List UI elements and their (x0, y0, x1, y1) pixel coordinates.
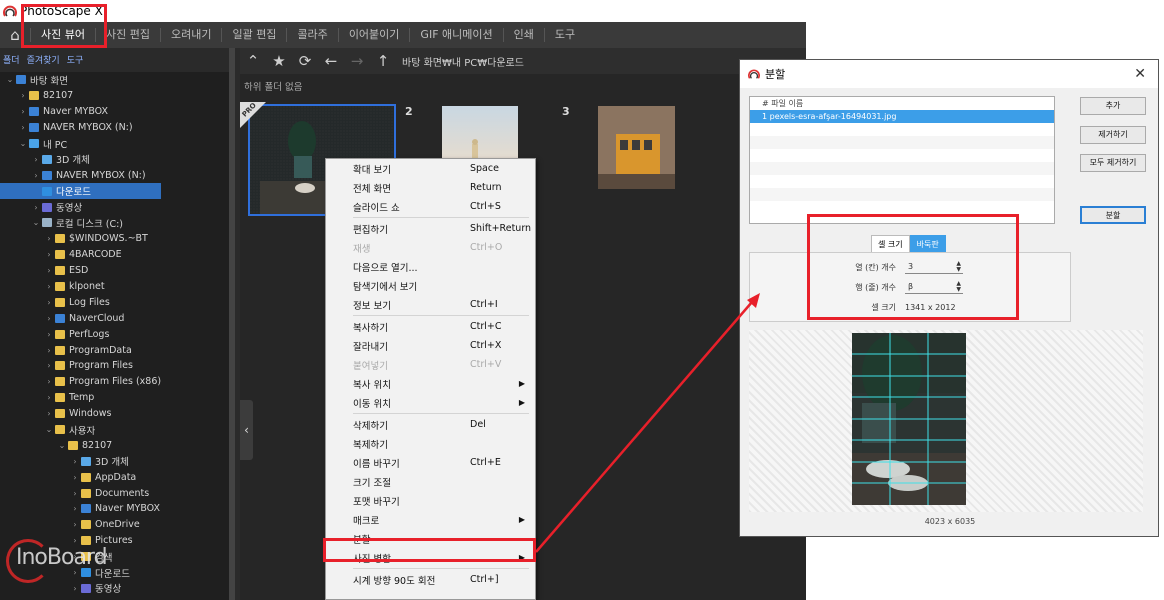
red-arrow (535, 293, 760, 553)
